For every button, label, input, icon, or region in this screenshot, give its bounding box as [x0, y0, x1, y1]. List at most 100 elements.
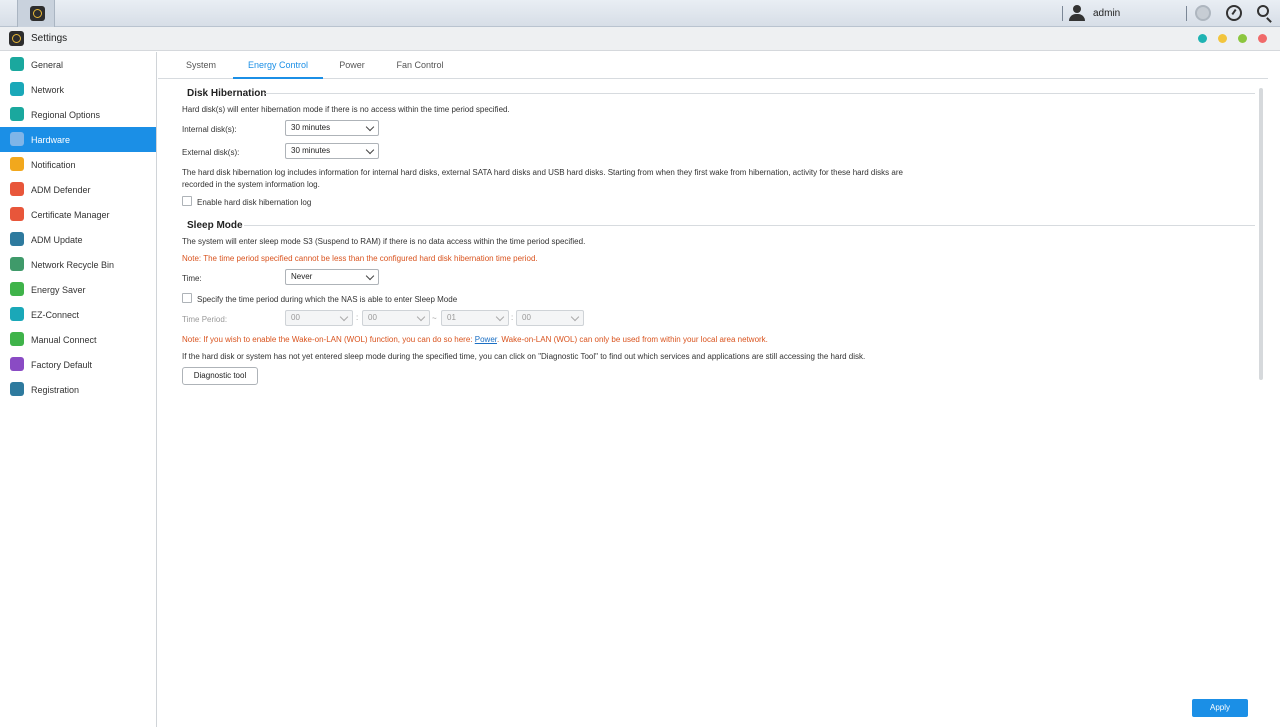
factory-default-icon — [10, 357, 24, 371]
tab-energy-control[interactable]: Energy Control — [233, 52, 323, 79]
sidebar-item-notification[interactable]: Notification — [0, 152, 156, 177]
scrollbar[interactable] — [1259, 88, 1263, 380]
diagnostic-tool-button[interactable]: Diagnostic tool — [182, 367, 258, 385]
sidebar-item-adm-defender[interactable]: ADM Defender — [0, 177, 156, 202]
external-disk-label: External disk(s): — [182, 148, 240, 157]
dashboard-gauge-icon[interactable] — [1226, 5, 1242, 21]
window-help-button[interactable] — [1198, 34, 1207, 43]
chevron-down-icon — [365, 122, 375, 132]
sidebar-item-manual-connect[interactable]: Manual Connect — [0, 327, 156, 352]
sidebar-item-label: ADM Defender — [31, 184, 91, 195]
defender-icon — [10, 182, 24, 196]
diagnostic-info: If the hard disk or system has not yet e… — [182, 352, 866, 361]
sidebar-item-label: ADM Update — [31, 234, 83, 245]
energy-icon — [10, 282, 24, 296]
hardware-icon — [10, 132, 24, 146]
start-hour-value: 00 — [291, 313, 300, 322]
sidebar-item-network-recycle-bin[interactable]: Network Recycle Bin — [0, 252, 156, 277]
tab-fan-control[interactable]: Fan Control — [386, 52, 454, 79]
hibernation-description: Hard disk(s) will enter hibernation mode… — [182, 105, 510, 114]
start-minute-select[interactable]: 00 — [362, 310, 430, 326]
wol-note: Note: If you wish to enable the Wake-on-… — [182, 335, 768, 344]
search-icon[interactable] — [1257, 5, 1269, 17]
certificate-icon — [10, 207, 24, 221]
sleep-period-checkbox[interactable] — [182, 293, 192, 303]
sidebar-item-adm-update[interactable]: ADM Update — [0, 227, 156, 252]
hibernation-log-checkbox-label[interactable]: Enable hard disk hibernation log — [197, 198, 311, 207]
sidebar-item-label: Certificate Manager — [31, 209, 110, 220]
external-disk-select[interactable]: 30 minutes — [285, 143, 379, 159]
window-close-button[interactable] — [1258, 34, 1267, 43]
start-minute-value: 00 — [368, 313, 377, 322]
sidebar-item-certificate-manager[interactable]: Certificate Manager — [0, 202, 156, 227]
registration-icon — [10, 382, 24, 396]
sidebar-item-regional-options[interactable]: Regional Options — [0, 102, 156, 127]
user-name[interactable]: admin — [1093, 8, 1120, 19]
sidebar-item-label: Network — [31, 84, 65, 95]
sidebar-item-label: Hardware — [31, 134, 71, 145]
sidebar: General Network Regional Options Hardware No… — [0, 52, 157, 727]
sleep-note: Note: The time period specified cannot b… — [182, 254, 538, 263]
sidebar-item-hardware[interactable]: Hardware — [0, 127, 156, 152]
time-colon: : — [511, 313, 514, 322]
start-hour-select[interactable]: 00 — [285, 310, 353, 326]
sleep-time-select[interactable]: Never — [285, 269, 379, 285]
chevron-down-icon — [365, 145, 375, 155]
notification-icon[interactable] — [1195, 5, 1211, 21]
user-icon[interactable] — [1069, 5, 1085, 21]
sidebar-item-label: Factory Default — [31, 359, 93, 370]
internal-disk-value: 30 minutes — [291, 123, 331, 132]
wol-note-text: . Wake-on-LAN (WOL) can only be used fro… — [496, 335, 768, 344]
hibernation-log-info-line1: The hard disk hibernation log includes i… — [182, 168, 903, 177]
hibernation-log-checkbox[interactable] — [182, 196, 192, 206]
sidebar-item-label: Regional Options — [31, 109, 101, 120]
time-period-label: Time Period: — [182, 315, 228, 324]
sidebar-item-label: Manual Connect — [31, 334, 97, 345]
sidebar-item-label: Network Recycle Bin — [31, 259, 115, 270]
divider — [1062, 6, 1063, 21]
update-icon — [10, 232, 24, 246]
sleep-time-value: Never — [291, 272, 313, 281]
chevron-down-icon — [495, 312, 505, 322]
chevron-down-icon — [570, 312, 580, 322]
apply-button[interactable]: Apply — [1192, 699, 1248, 717]
tab-system[interactable]: System — [176, 52, 226, 79]
divider — [1186, 6, 1187, 21]
manual-connect-icon — [10, 332, 24, 346]
chevron-down-icon — [365, 271, 375, 281]
taskbar: admin — [0, 0, 1280, 27]
window-minimize-button[interactable] — [1218, 34, 1227, 43]
sleep-period-checkbox-label[interactable]: Specify the time period during which the… — [197, 295, 457, 304]
chevron-down-icon — [416, 312, 426, 322]
settings-app-icon — [30, 6, 45, 21]
window-title: Settings — [31, 33, 68, 44]
sidebar-item-label: General — [31, 59, 64, 70]
sidebar-item-label: Energy Saver — [31, 284, 86, 295]
end-minute-value: 00 — [522, 313, 531, 322]
window-maximize-button[interactable] — [1238, 34, 1247, 43]
sidebar-item-general[interactable]: General — [0, 52, 156, 77]
chevron-down-icon — [339, 312, 349, 322]
end-hour-value: 01 — [447, 313, 456, 322]
section-divider — [265, 93, 1255, 94]
sidebar-item-registration[interactable]: Registration — [0, 377, 156, 402]
regional-icon — [10, 107, 24, 121]
settings-window-icon — [9, 31, 24, 46]
time-colon: : — [356, 313, 359, 322]
internal-disk-select[interactable]: 30 minutes — [285, 120, 379, 136]
tab-power[interactable]: Power — [330, 52, 374, 79]
recycle-bin-icon — [10, 257, 24, 271]
globe-icon — [10, 82, 24, 96]
sidebar-item-network[interactable]: Network — [0, 77, 156, 102]
end-minute-select[interactable]: 00 — [516, 310, 584, 326]
settings-app-button[interactable] — [17, 0, 55, 27]
sidebar-item-energy-saver[interactable]: Energy Saver — [0, 277, 156, 302]
disk-hibernation-title: Disk Hibernation — [187, 88, 267, 99]
section-divider — [244, 225, 1255, 226]
general-icon — [10, 57, 24, 71]
power-link[interactable]: Power — [475, 335, 497, 344]
sidebar-item-factory-default[interactable]: Factory Default — [0, 352, 156, 377]
sidebar-item-ez-connect[interactable]: EZ-Connect — [0, 302, 156, 327]
sleep-time-label: Time: — [182, 274, 202, 283]
end-hour-select[interactable]: 01 — [441, 310, 509, 326]
